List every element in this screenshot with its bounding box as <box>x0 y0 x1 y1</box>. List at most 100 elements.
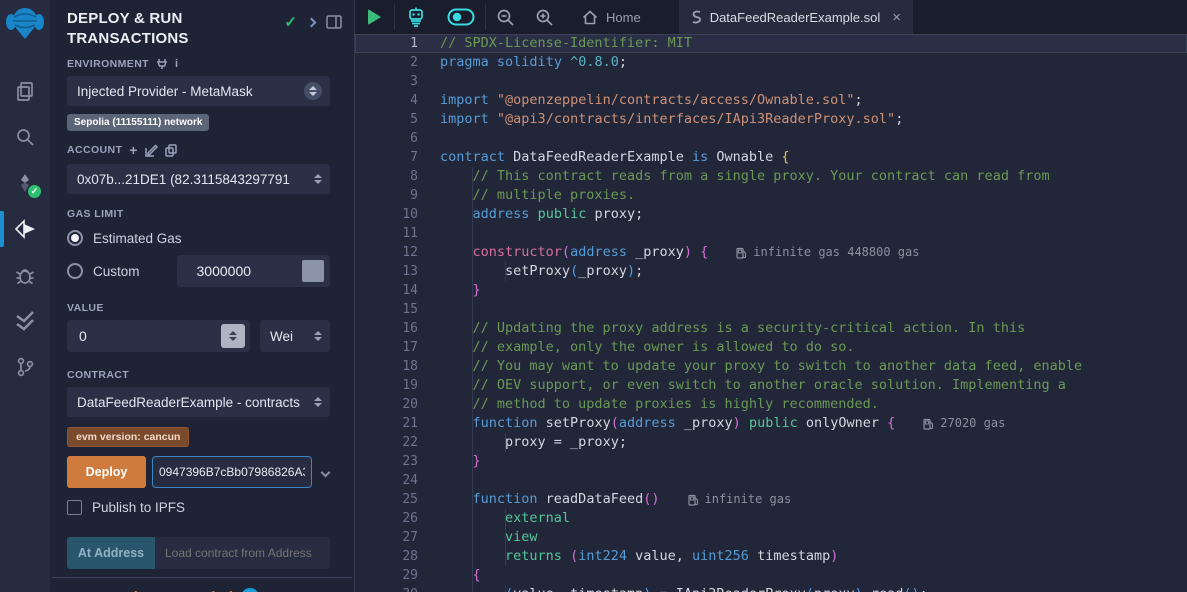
code-line[interactable]: 8 // This contract reads from a single p… <box>355 167 1187 186</box>
code-line[interactable]: 27 view <box>355 528 1187 547</box>
line-number: 2 <box>355 53 418 72</box>
environment-select-arrows-icon[interactable] <box>304 82 322 100</box>
code-line[interactable]: 2pragma solidity ^0.8.0; <box>355 53 1187 72</box>
contract-select[interactable]: DataFeedReaderExample - contracts <box>67 387 330 417</box>
code-line[interactable]: 23 } <box>355 452 1187 471</box>
code-line[interactable]: 13 setProxy(_proxy); <box>355 262 1187 281</box>
line-number: 11 <box>355 224 418 243</box>
line-number: 15 <box>355 300 418 319</box>
gas-limit-label: GAS LIMIT <box>67 208 124 220</box>
code-line[interactable]: 28 returns (int224 value, uint256 timest… <box>355 547 1187 566</box>
code-editor[interactable]: 1// SPDX-License-Identifier: MIT2pragma … <box>355 34 1187 592</box>
code-line[interactable]: 19 // OEV support, or even switch to ano… <box>355 376 1187 395</box>
code-line[interactable]: 14 } <box>355 281 1187 300</box>
line-number: 23 <box>355 452 418 471</box>
environment-label-row: ENVIRONMENT i <box>67 58 330 70</box>
code-line[interactable]: 21 function setProxy(address _proxy) pub… <box>355 414 1187 433</box>
remix-logo-icon[interactable] <box>5 6 45 42</box>
tab-datafeedreaderexample[interactable]: DataFeedReaderExample.sol × <box>679 0 913 34</box>
code-line[interactable]: 15 <box>355 300 1187 319</box>
zoom-out-button[interactable] <box>486 0 525 34</box>
environment-label: ENVIRONMENT <box>67 58 149 70</box>
activity-bar: ✓ <box>0 0 50 592</box>
code-line[interactable]: 5import "@api3/contracts/interfaces/IApi… <box>355 110 1187 129</box>
code-line[interactable]: 9 // multiple proxies. <box>355 186 1187 205</box>
line-number: 16 <box>355 319 418 338</box>
line-number: 4 <box>355 91 418 110</box>
file-explorer-icon[interactable] <box>0 68 50 114</box>
code-line[interactable]: 7contract DataFeedReaderExample is Ownab… <box>355 148 1187 167</box>
run-script-button[interactable] <box>355 0 394 34</box>
gas-input-handle[interactable] <box>302 260 324 282</box>
line-number: 1 <box>355 34 418 53</box>
transactions-recorded-section[interactable]: Transactions recorded 0 <box>52 577 352 592</box>
code-line[interactable]: 22 proxy = _proxy; <box>355 433 1187 452</box>
deploy-button[interactable]: Deploy <box>67 456 146 488</box>
robot-icon <box>405 6 427 28</box>
custom-gas-radio[interactable] <box>67 263 83 279</box>
pin-panel-icon[interactable] <box>326 15 342 29</box>
code-line[interactable]: 18 // You may want to update your proxy … <box>355 357 1187 376</box>
environment-select[interactable]: Injected Provider - MetaMask <box>67 76 330 106</box>
close-tab-icon[interactable]: × <box>892 9 901 26</box>
panel-check-icon[interactable]: ✓ <box>284 13 297 31</box>
plug-icon[interactable] <box>156 58 168 70</box>
code-line[interactable]: 16 // Updating the proxy address is a se… <box>355 319 1187 338</box>
git-icon[interactable] <box>0 344 50 390</box>
code-line[interactable]: 30 (value, timestamp) = IApi3ReaderProxy… <box>355 585 1187 592</box>
account-label-row: ACCOUNT + <box>67 142 330 158</box>
line-number: 14 <box>355 281 418 300</box>
transactions-recorded-label: Transactions recorded <box>72 589 233 592</box>
zoom-in-button[interactable] <box>525 0 564 34</box>
remix-ai-button[interactable] <box>395 0 437 34</box>
info-icon[interactable]: i <box>175 58 178 70</box>
value-unit-select[interactable]: Wei <box>260 320 330 352</box>
code-line[interactable]: 29 { <box>355 566 1187 585</box>
line-number: 22 <box>355 433 418 452</box>
code-line[interactable]: 17 // example, only the owner is allowed… <box>355 338 1187 357</box>
transactions-count-badge: 0 <box>241 588 259 592</box>
value-stepper-icon[interactable] <box>221 324 245 348</box>
code-line[interactable]: 4import "@openzeppelin/contracts/access/… <box>355 91 1187 110</box>
code-line[interactable]: 26 external <box>355 509 1187 528</box>
line-number: 24 <box>355 471 418 490</box>
at-address-button[interactable]: At Address <box>67 537 155 569</box>
code-line[interactable]: 24 <box>355 471 1187 490</box>
account-select[interactable]: 0x07b...21DE1 (82.3115843297791 <box>67 164 330 194</box>
deploy-args-input[interactable] <box>152 456 312 488</box>
code-line[interactable]: 3 <box>355 72 1187 91</box>
line-number: 12 <box>355 243 418 262</box>
publish-ipfs-checkbox[interactable] <box>67 500 82 515</box>
line-number: 17 <box>355 338 418 357</box>
ai-copilot-toggle[interactable] <box>437 0 485 34</box>
environment-value: Injected Provider - MetaMask <box>77 84 304 99</box>
search-icon[interactable] <box>0 114 50 160</box>
account-select-arrows-icon[interactable] <box>314 174 322 184</box>
line-number: 21 <box>355 414 418 433</box>
deploy-run-icon[interactable] <box>0 206 50 252</box>
code-line[interactable]: 10 address public proxy; <box>355 205 1187 224</box>
code-line[interactable]: 11 <box>355 224 1187 243</box>
estimated-gas-radio[interactable] <box>67 230 83 246</box>
value-input[interactable] <box>79 328 209 344</box>
code-line[interactable]: 6 <box>355 129 1187 148</box>
publish-ipfs-label: Publish to IPFS <box>92 500 185 515</box>
deploy-expand-icon[interactable] <box>321 467 331 477</box>
code-line[interactable]: 1// SPDX-License-Identifier: MIT <box>355 34 1187 53</box>
gas-estimate-annotation: 27020 gas <box>923 414 1005 433</box>
at-address-input[interactable] <box>155 537 330 569</box>
custom-gas-input[interactable] <box>197 263 287 279</box>
code-line[interactable]: 25 function readDataFeed()infinite gas <box>355 490 1187 509</box>
solidity-compiler-icon[interactable]: ✓ <box>0 160 50 206</box>
debugger-icon[interactable] <box>0 252 50 298</box>
copy-account-icon[interactable] <box>165 144 177 157</box>
panel-collapse-icon[interactable] <box>307 17 317 27</box>
remix-ide-window: ✓ DEPLOY & RUN TRANSACTIONS ✓ <box>0 0 1187 592</box>
tab-home[interactable]: Home <box>570 0 653 34</box>
line-number: 5 <box>355 110 418 129</box>
code-line[interactable]: 20 // method to update proxies is highly… <box>355 395 1187 414</box>
add-account-icon[interactable]: + <box>129 142 138 158</box>
code-line[interactable]: 12 constructor(address _proxy) {infinite… <box>355 243 1187 262</box>
static-analysis-icon[interactable] <box>0 298 50 344</box>
edit-account-icon[interactable] <box>145 144 158 157</box>
